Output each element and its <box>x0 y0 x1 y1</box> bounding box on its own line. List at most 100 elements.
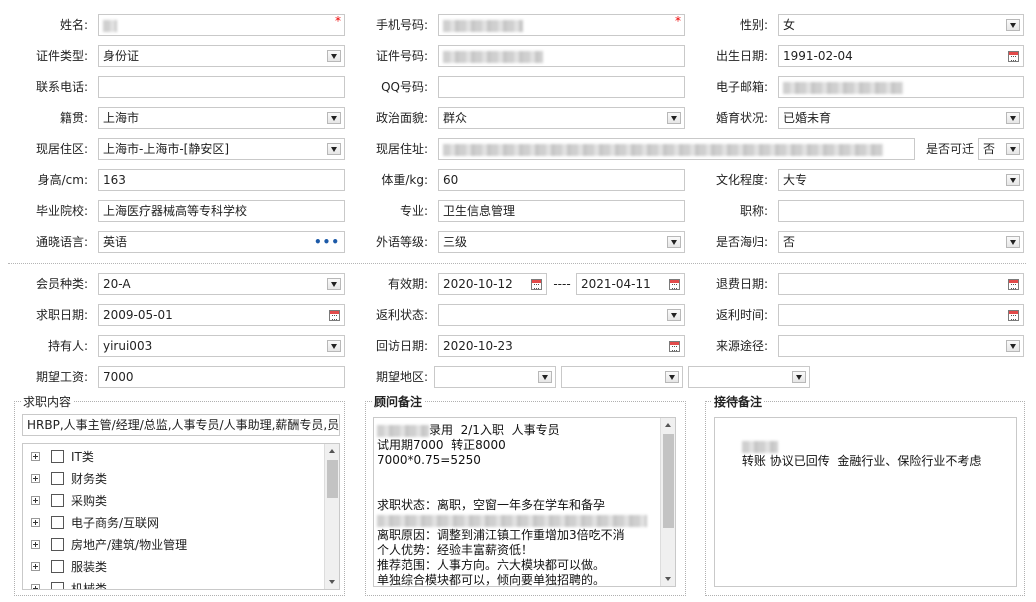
education-select[interactable]: 大专 <box>778 169 1024 191</box>
calendar-icon[interactable] <box>329 310 340 321</box>
chevron-down-icon[interactable] <box>667 236 681 248</box>
marital-select[interactable]: 已婚未育 <box>778 107 1024 129</box>
expand-icon[interactable] <box>31 474 40 483</box>
residence-value: 上海市-上海市-[静安区] <box>103 142 230 156</box>
scroll-down-icon[interactable] <box>661 572 675 586</box>
chevron-down-icon[interactable] <box>792 371 806 383</box>
area-select-1[interactable] <box>434 366 556 388</box>
scroll-up-icon[interactable] <box>325 444 339 458</box>
chevron-down-icon[interactable] <box>1006 174 1020 186</box>
height-label: 身高/cm: <box>37 173 88 187</box>
weight-field[interactable]: 60 <box>438 169 685 191</box>
member-type-value: 20-A <box>103 277 131 291</box>
chevron-down-icon[interactable] <box>1006 236 1020 248</box>
reception-notes-title: 接待备注 <box>712 393 765 410</box>
salary-field[interactable]: 7000 <box>98 366 345 388</box>
category-checkbox[interactable] <box>51 538 64 551</box>
chevron-down-icon[interactable] <box>327 112 341 124</box>
expand-icon[interactable] <box>31 518 40 527</box>
political-select[interactable]: 群众 <box>438 107 685 129</box>
calendar-icon[interactable] <box>531 279 542 290</box>
rebate-state-select[interactable] <box>438 304 685 326</box>
chevron-down-icon[interactable] <box>667 112 681 124</box>
chevron-down-icon[interactable] <box>327 278 341 290</box>
chevron-down-icon[interactable] <box>1006 340 1020 352</box>
relocate-select[interactable]: 否 <box>978 138 1024 160</box>
chevron-down-icon[interactable] <box>1006 112 1020 124</box>
member-type-select[interactable]: 20-A <box>98 273 345 295</box>
category-checkbox[interactable] <box>51 450 64 463</box>
major-field[interactable]: 卫生信息管理 <box>438 200 685 222</box>
level-select[interactable]: 三级 <box>438 231 685 253</box>
calendar-icon[interactable] <box>1008 310 1019 321</box>
category-checkbox[interactable] <box>51 516 64 529</box>
marital-value: 已婚未育 <box>783 111 832 125</box>
expand-icon[interactable] <box>31 452 40 461</box>
gender-select[interactable]: 女 <box>778 14 1024 36</box>
returnee-select[interactable]: 否 <box>778 231 1024 253</box>
mobile-field[interactable]: * <box>438 14 685 36</box>
source-select[interactable] <box>778 335 1024 357</box>
chevron-down-icon[interactable] <box>327 143 341 155</box>
chevron-down-icon[interactable] <box>1006 19 1020 31</box>
area-select-3[interactable] <box>688 366 810 388</box>
native-value: 上海市 <box>103 111 140 125</box>
school-label: 毕业院校: <box>35 204 88 218</box>
birth-date-field[interactable]: 1991-02-04 <box>778 45 1024 67</box>
jobdate-label: 求职日期: <box>35 308 88 322</box>
expand-icon[interactable] <box>31 496 40 505</box>
expand-icon[interactable] <box>31 540 40 549</box>
visit-date-field[interactable]: 2020-10-23 <box>438 335 685 357</box>
scroll-up-icon[interactable] <box>661 418 675 432</box>
scroll-down-icon[interactable] <box>325 575 339 589</box>
valid-from-field[interactable]: 2020-10-12 <box>438 273 547 295</box>
reception-notes-textarea[interactable]: 转账 协议已回传 金融行业、保险行业不考虑 <box>714 417 1017 587</box>
residence-select[interactable]: 上海市-上海市-[静安区] <box>98 138 345 160</box>
scroll-thumb[interactable] <box>663 434 674 528</box>
birth-value: 1991-02-04 <box>783 49 853 63</box>
calendar-icon[interactable] <box>1008 51 1019 62</box>
category-checkbox[interactable] <box>51 494 64 507</box>
notes-scrollbar[interactable] <box>660 418 675 586</box>
category-checkbox[interactable] <box>51 472 64 485</box>
rebate-time-field[interactable] <box>778 304 1024 326</box>
name-field[interactable]: * <box>98 14 345 36</box>
chevron-down-icon[interactable] <box>1006 143 1020 155</box>
qq-field[interactable] <box>438 76 685 98</box>
more-icon[interactable]: ••• <box>314 232 340 252</box>
scroll-thumb[interactable] <box>327 460 338 498</box>
category-checkbox[interactable] <box>51 560 64 573</box>
refund-date-field[interactable] <box>778 273 1024 295</box>
holder-select[interactable]: yirui003 <box>98 335 345 357</box>
major-label: 专业: <box>399 204 428 218</box>
chevron-down-icon[interactable] <box>665 371 679 383</box>
category-label: 财务类 <box>71 472 108 486</box>
valid-to-field[interactable]: 2021-04-11 <box>576 273 685 295</box>
calendar-icon[interactable] <box>669 279 680 290</box>
idno-field[interactable] <box>438 45 685 67</box>
language-field[interactable]: 英语 ••• <box>98 231 345 253</box>
tree-scrollbar[interactable] <box>324 444 339 589</box>
native-select[interactable]: 上海市 <box>98 107 345 129</box>
expand-icon[interactable] <box>31 562 40 571</box>
expand-icon[interactable] <box>31 584 40 589</box>
holder-label: 持有人: <box>47 339 88 353</box>
chevron-down-icon[interactable] <box>327 340 341 352</box>
job-summary-field[interactable]: HRBP,人事主管/经理/总监,人事专员/人事助理,薪酬专员,员 <box>22 414 340 436</box>
idtype-select[interactable]: 身份证 <box>98 45 345 67</box>
phone-field[interactable] <box>98 76 345 98</box>
title-field[interactable] <box>778 200 1024 222</box>
area-select-2[interactable] <box>561 366 683 388</box>
jobdate-field[interactable]: 2009-05-01 <box>98 304 345 326</box>
calendar-icon[interactable] <box>669 341 680 352</box>
height-field[interactable]: 163 <box>98 169 345 191</box>
chevron-down-icon[interactable] <box>327 50 341 62</box>
category-checkbox[interactable] <box>51 582 64 589</box>
email-field[interactable] <box>778 76 1024 98</box>
chevron-down-icon[interactable] <box>538 371 552 383</box>
school-field[interactable]: 上海医疗器械高等专科学校 <box>98 200 345 222</box>
address-field[interactable] <box>438 138 915 160</box>
chevron-down-icon[interactable] <box>667 309 681 321</box>
calendar-icon[interactable] <box>1008 279 1019 290</box>
advisor-notes-textarea[interactable]: 录用 2/1入职 人事专员 试用期7000 转正8000 7000*0.75=525… <box>373 417 676 587</box>
